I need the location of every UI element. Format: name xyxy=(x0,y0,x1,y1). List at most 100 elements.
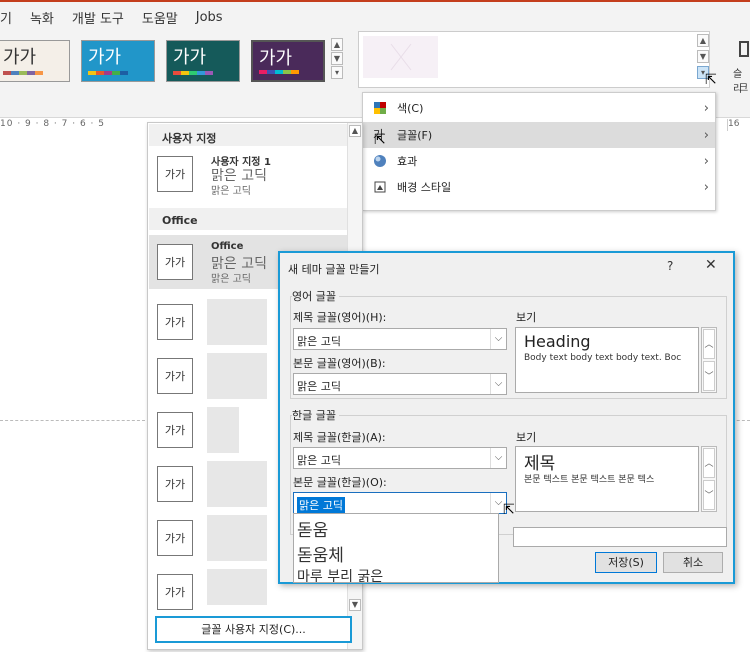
font-body-name: 맑은 고딕 xyxy=(211,186,251,197)
theme-color-bars xyxy=(259,70,299,74)
chevron-down-icon[interactable]: ⌵ xyxy=(490,448,506,468)
blurred-font-name xyxy=(207,515,267,561)
menu-item-colors[interactable]: 색(C) › xyxy=(363,95,715,121)
blurred-font-name xyxy=(207,299,267,345)
slide-size-group[interactable]: 슬리 크 xyxy=(717,35,750,95)
save-button[interactable]: 저장(S) xyxy=(595,552,657,573)
menu-item-label: 글꼴(F) xyxy=(397,129,433,142)
korean-preview-scrollbar[interactable]: ︿ ﹀ xyxy=(701,446,717,512)
theme-sample-text: 가가 xyxy=(173,47,207,68)
color-palette-icon xyxy=(374,102,386,114)
theme-sample-text: 가가 xyxy=(259,48,293,69)
font-option[interactable]: 마루 부리 굵은 xyxy=(297,566,383,582)
blurred-font-name xyxy=(207,353,267,399)
chevron-up-icon[interactable]: ︿ xyxy=(703,329,715,359)
field-label: 본문 글꼴(영어)(B): xyxy=(293,357,386,370)
field-label: 제목 글꼴(영어)(H): xyxy=(293,311,387,324)
menu-item-label: 배경 스타일 xyxy=(397,181,452,194)
horizontal-ruler-right: 16 xyxy=(727,119,750,131)
theme-thumbnail-2[interactable]: 가가 xyxy=(81,40,155,82)
group-label-latin: 영어 글꼴 xyxy=(292,288,339,304)
theme-thumbnail-1[interactable]: 가가 xyxy=(0,40,70,82)
customize-fonts-button[interactable]: 글꼴 사용자 지정(C)... xyxy=(155,616,352,643)
theme-font-name-field[interactable] xyxy=(513,527,727,547)
theme-sample-text: 가가 xyxy=(3,47,37,68)
theme-more-button[interactable]: ▾ xyxy=(331,66,343,79)
select-value: 맑은 고딕 xyxy=(297,497,345,513)
menu-item-background-styles[interactable]: 배경 스타일 › xyxy=(363,174,715,200)
korean-preview: 제목 본문 텍스트 본문 텍스트 본문 텍스 xyxy=(515,446,699,512)
scroll-down-arrow-icon[interactable]: ▼ xyxy=(349,599,361,611)
font-sample-box: 가가 xyxy=(157,574,193,610)
chevron-right-icon: › xyxy=(703,153,709,169)
menu-item-fonts[interactable]: 가 글꼴(F) › xyxy=(363,122,715,148)
variant-scroll-down-button[interactable]: ▼ xyxy=(697,50,709,63)
menu-item-record-partial[interactable]: 기 xyxy=(0,8,12,27)
font-sample-box: 가가 xyxy=(157,304,193,340)
section-header-office: Office xyxy=(162,214,198,227)
help-button[interactable]: ? xyxy=(667,259,673,273)
latin-preview-scrollbar[interactable]: ︿ ﹀ xyxy=(701,327,717,393)
preview-label: 보기 xyxy=(516,311,537,324)
font-sample-box: 가가 xyxy=(157,244,193,280)
menu-item-effects[interactable]: 효과 › xyxy=(363,148,715,174)
preview-label: 보기 xyxy=(516,431,537,444)
theme-thumbnail-3[interactable]: 가가 xyxy=(166,40,240,82)
menu-item-developer[interactable]: 개발 도구 xyxy=(72,8,124,27)
chevron-up-icon[interactable]: ︿ xyxy=(703,448,715,478)
chevron-right-icon: › xyxy=(703,100,709,116)
font-sample-box: 가가 xyxy=(157,412,193,448)
variant-scroll-up-button[interactable]: ▲ xyxy=(697,34,709,47)
chevron-right-icon: › xyxy=(703,179,709,195)
font-theme-item-custom[interactable]: 가가 사용자 지정 1 맑은 고딕 맑은 고딕 xyxy=(149,147,347,201)
variant-thumbnail[interactable] xyxy=(363,36,438,78)
korean-body-font-select[interactable]: 맑은 고딕 ⌵ xyxy=(293,492,507,514)
menu-bar: 기 녹화 개발 도구 도움말 Jobs xyxy=(0,2,750,32)
preview-heading: Heading xyxy=(524,332,591,351)
close-button[interactable]: ✕ xyxy=(705,257,717,273)
menu-item-help[interactable]: 도움말 xyxy=(142,8,178,27)
mouse-cursor-icon: ⇱ xyxy=(374,132,386,148)
preview-body: 본문 텍스트 본문 텍스트 본문 텍스 xyxy=(524,475,655,485)
font-option[interactable]: 돋움체 xyxy=(297,541,344,566)
font-sample-box: 가가 xyxy=(157,156,193,192)
chevron-down-icon[interactable]: ﹀ xyxy=(703,361,715,391)
field-label: 본문 글꼴(한글)(O): xyxy=(293,476,387,489)
korean-heading-font-select[interactable]: 맑은 고딕 ⌵ xyxy=(293,447,507,469)
theme-thumbnail-4[interactable]: 가가 xyxy=(251,40,325,82)
field-label: 제목 글꼴(한글)(A): xyxy=(293,431,386,444)
mouse-cursor-icon: ⇱ xyxy=(705,72,717,88)
cancel-button[interactable]: 취소 xyxy=(663,552,723,573)
mouse-cursor-icon: ⇱ xyxy=(503,502,515,518)
dialog-title: 새 테마 글꼴 만들기 xyxy=(288,263,380,276)
select-value: 맑은 고딕 xyxy=(297,335,341,348)
chevron-down-icon[interactable]: ⌵ xyxy=(490,329,506,349)
slide-guide xyxy=(0,420,145,421)
menu-item-jobs[interactable]: Jobs xyxy=(196,10,223,25)
theme-color-bars xyxy=(88,71,128,75)
blurred-font-name xyxy=(207,407,239,453)
theme-color-bars xyxy=(3,71,43,75)
latin-body-font-select[interactable]: 맑은 고딕 ⌵ xyxy=(293,373,507,395)
latin-preview: Heading Body text body text body text. B… xyxy=(515,327,699,393)
menu-item-record[interactable]: 녹화 xyxy=(30,8,54,27)
font-option[interactable]: 돋움 xyxy=(297,516,328,541)
font-theme-name: Office xyxy=(211,241,244,252)
chevron-down-icon[interactable]: ﹀ xyxy=(703,480,715,510)
horizontal-ruler: 10 · 9 · 8 · 7 · 6 · 5 xyxy=(0,119,145,131)
latin-heading-font-select[interactable]: 맑은 고딕 ⌵ xyxy=(293,328,507,350)
theme-scroll-down-button[interactable]: ▼ xyxy=(331,52,343,65)
chevron-right-icon: › xyxy=(703,127,709,143)
theme-scroll-up-button[interactable]: ▲ xyxy=(331,38,343,51)
chevron-down-icon[interactable]: ⌵ xyxy=(490,374,506,394)
select-value: 맑은 고딕 xyxy=(297,380,341,393)
select-value: 맑은 고딕 xyxy=(297,454,341,467)
slide-size-label-2: 크 xyxy=(739,83,749,94)
scroll-up-arrow-icon[interactable]: ▲ xyxy=(349,125,361,137)
background-style-icon xyxy=(374,181,386,193)
variant-placeholder-icon xyxy=(390,43,412,71)
preview-heading: 제목 xyxy=(524,454,556,474)
blurred-font-name xyxy=(207,461,267,507)
theme-sample-text: 가가 xyxy=(88,47,122,68)
theme-color-bars xyxy=(173,71,213,75)
